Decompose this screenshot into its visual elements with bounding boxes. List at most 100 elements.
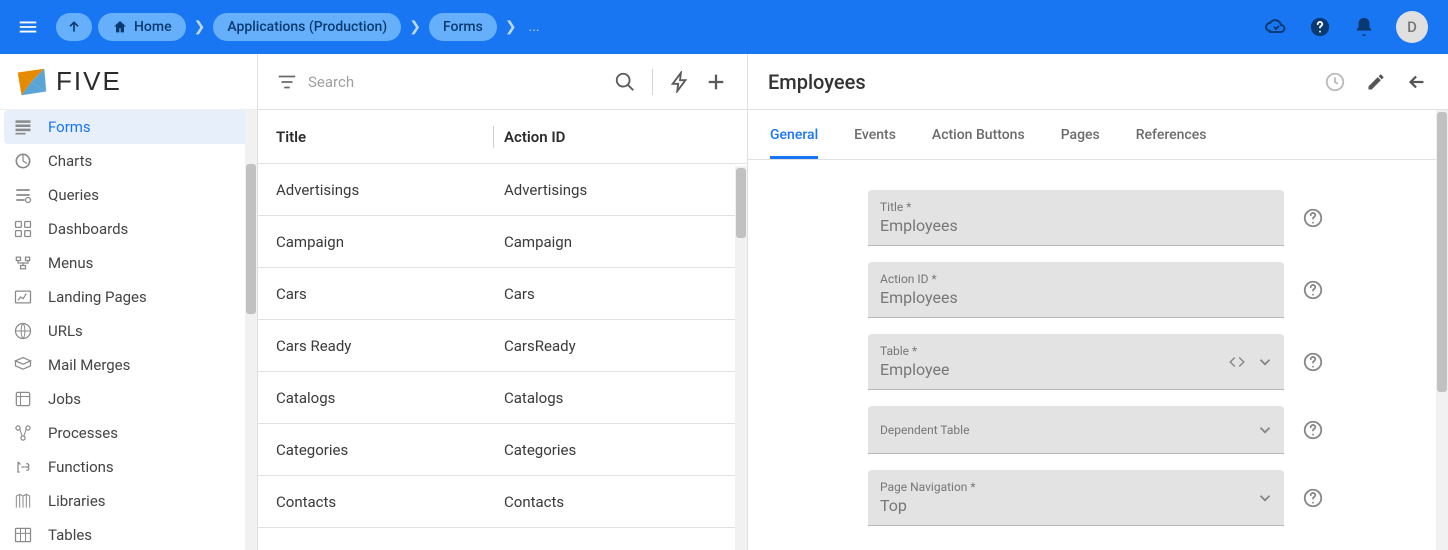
back-button[interactable] bbox=[1406, 71, 1428, 93]
cloud-sync-button[interactable] bbox=[1264, 15, 1288, 39]
table-row[interactable]: CampaignCampaign bbox=[258, 216, 735, 268]
help-title[interactable] bbox=[1302, 207, 1324, 229]
action-id-value: Employees bbox=[880, 288, 1272, 307]
sidebar-item-landing-pages[interactable]: Landing Pages bbox=[0, 280, 257, 314]
detail-header: Employees bbox=[748, 54, 1448, 110]
breadcrumb-forms[interactable]: Forms bbox=[429, 13, 497, 41]
arrow-left-icon bbox=[1406, 71, 1428, 93]
user-avatar[interactable]: D bbox=[1396, 11, 1428, 43]
sidebar-item-tables[interactable]: Tables bbox=[0, 518, 257, 550]
sidebar-item-queries[interactable]: Queries bbox=[0, 178, 257, 212]
cell-title: Contacts bbox=[276, 493, 494, 511]
sidebar-item-processes[interactable]: Processes bbox=[0, 416, 257, 450]
sidebar: FIVE FormsChartsQueriesDashboardsMenusLa… bbox=[0, 54, 258, 550]
tab-general[interactable]: General bbox=[770, 110, 818, 159]
sidebar-item-charts[interactable]: Charts bbox=[0, 144, 257, 178]
tab-action-buttons[interactable]: Action Buttons bbox=[932, 110, 1025, 159]
breadcrumb-up-button[interactable] bbox=[56, 13, 92, 41]
sidebar-scrollbar-thumb[interactable] bbox=[246, 164, 256, 314]
breadcrumb-applications[interactable]: Applications (Production) bbox=[213, 13, 401, 41]
nav-icon bbox=[12, 252, 34, 274]
help-action-id[interactable] bbox=[1302, 279, 1324, 301]
sidebar-item-label: Forms bbox=[48, 118, 91, 136]
help-dependent-table[interactable] bbox=[1302, 419, 1324, 441]
sidebar-item-libraries[interactable]: Libraries bbox=[0, 484, 257, 518]
nav-icon bbox=[12, 320, 34, 342]
sidebar-item-jobs[interactable]: Jobs bbox=[0, 382, 257, 416]
help-button[interactable] bbox=[1308, 15, 1332, 39]
sidebar-item-forms[interactable]: Forms bbox=[4, 110, 253, 144]
table-row[interactable]: CarsCars bbox=[258, 268, 735, 320]
bell-icon bbox=[1353, 16, 1375, 38]
sidebar-item-urls[interactable]: URLs bbox=[0, 314, 257, 348]
sidebar-scrollbar[interactable] bbox=[245, 110, 257, 550]
nav-icon bbox=[12, 388, 34, 410]
sidebar-item-label: Jobs bbox=[48, 390, 81, 408]
table-row[interactable]: CatalogsCatalogs bbox=[258, 372, 735, 424]
cell-action-id: Categories bbox=[494, 441, 717, 459]
sidebar-item-menus[interactable]: Menus bbox=[0, 246, 257, 280]
nav-icon bbox=[12, 150, 34, 172]
topbar-left: Home ❯ Applications (Production) ❯ Forms… bbox=[10, 9, 540, 45]
search-button[interactable] bbox=[612, 69, 638, 95]
sidebar-item-mail-merges[interactable]: Mail Merges bbox=[0, 348, 257, 382]
search-icon bbox=[614, 71, 636, 93]
breadcrumb-home[interactable]: Home bbox=[98, 13, 186, 41]
sidebar-item-functions[interactable]: Functions bbox=[0, 450, 257, 484]
nav-icon bbox=[12, 422, 34, 444]
table-row[interactable]: CategoriesCategories bbox=[258, 424, 735, 476]
table-row[interactable]: ContactsContacts bbox=[258, 476, 735, 528]
detail-scrollbar[interactable] bbox=[1436, 110, 1448, 550]
table-field[interactable]: Table * Employee bbox=[868, 334, 1284, 390]
table-row[interactable]: AdvertisingsAdvertisings bbox=[258, 164, 735, 216]
help-circle-icon bbox=[1309, 16, 1331, 38]
edit-button[interactable] bbox=[1366, 72, 1386, 92]
notifications-button[interactable] bbox=[1352, 15, 1376, 39]
page-nav-field[interactable]: Page Navigation * Top bbox=[868, 470, 1284, 526]
help-circle-icon bbox=[1302, 419, 1324, 441]
nav-list: Forms Charts Queries Dashboards Menus Landing… bbox=[0, 110, 257, 550]
tab-pages[interactable]: Pages bbox=[1061, 110, 1100, 159]
sidebar-item-label: Dashboards bbox=[48, 220, 128, 238]
sidebar-item-label: Functions bbox=[48, 458, 114, 476]
filter-button[interactable] bbox=[276, 71, 298, 93]
tab-events[interactable]: Events bbox=[854, 110, 896, 159]
field-row-page-nav: Page Navigation * Top bbox=[748, 470, 1448, 526]
nav-icon bbox=[12, 524, 34, 546]
hamburger-button[interactable] bbox=[10, 9, 46, 45]
list-scrollbar-thumb[interactable] bbox=[736, 168, 746, 238]
cell-action-id: CarsReady bbox=[494, 337, 717, 355]
chevron-down-icon[interactable] bbox=[1256, 489, 1274, 507]
history-button[interactable] bbox=[1324, 71, 1346, 93]
breadcrumb-overflow[interactable]: ... bbox=[525, 19, 540, 35]
code-icon[interactable] bbox=[1228, 353, 1246, 371]
table-value: Employee bbox=[880, 360, 1272, 379]
add-button[interactable] bbox=[703, 69, 729, 95]
cell-title: Categories bbox=[276, 441, 494, 459]
quick-action-button[interactable] bbox=[667, 69, 693, 95]
action-id-field[interactable]: Action ID * Employees bbox=[868, 262, 1284, 318]
nav-icon bbox=[12, 286, 34, 308]
table-row[interactable]: Cars ReadyCarsReady bbox=[258, 320, 735, 372]
list-scrollbar[interactable] bbox=[735, 166, 747, 550]
form-area: Title * Employees Action ID * Employees … bbox=[748, 160, 1448, 550]
cell-action-id: Catalogs bbox=[494, 389, 717, 407]
sidebar-item-dashboards[interactable]: Dashboards bbox=[0, 212, 257, 246]
column-action-id[interactable]: Action ID bbox=[494, 128, 729, 146]
cell-title: Catalogs bbox=[276, 389, 494, 407]
chevron-right-icon: ❯ bbox=[407, 19, 423, 35]
help-table[interactable] bbox=[1302, 351, 1324, 373]
sidebar-item-label: Menus bbox=[48, 254, 93, 272]
detail-scrollbar-thumb[interactable] bbox=[1437, 112, 1447, 392]
help-circle-icon bbox=[1302, 279, 1324, 301]
sidebar-item-label: Charts bbox=[48, 152, 92, 170]
chevron-down-icon[interactable] bbox=[1256, 421, 1274, 439]
dependent-table-field[interactable]: Dependent Table bbox=[868, 406, 1284, 454]
tab-references[interactable]: References bbox=[1136, 110, 1207, 159]
title-field[interactable]: Title * Employees bbox=[868, 190, 1284, 246]
search-input[interactable] bbox=[308, 73, 602, 91]
help-page-nav[interactable] bbox=[1302, 487, 1324, 509]
column-title[interactable]: Title bbox=[276, 128, 494, 146]
divider bbox=[652, 69, 653, 95]
chevron-down-icon[interactable] bbox=[1256, 353, 1274, 371]
